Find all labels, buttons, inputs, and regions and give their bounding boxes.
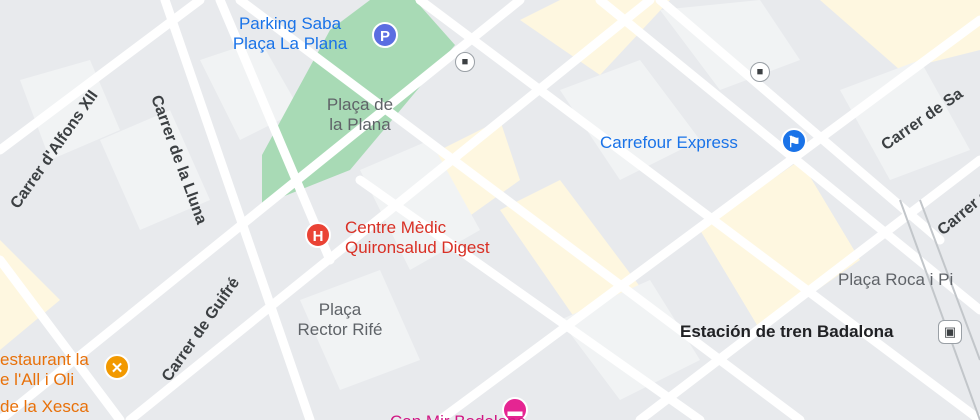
square-plana-label: Plaça de la Plana <box>326 95 394 134</box>
station-label[interactable]: Estación de tren Badalona <box>680 322 894 342</box>
medical-label[interactable]: Centre Mèdic Quironsalud Digest <box>345 218 490 258</box>
map-base <box>0 0 980 420</box>
xesca-label[interactable]: de la Xesca <box>0 397 89 417</box>
map-canvas[interactable]: Parking Saba Plaça La Plana P Plaça de l… <box>0 0 980 420</box>
hotel-label[interactable]: Can Mir Badalona <box>390 412 526 420</box>
parking-icon[interactable]: P <box>372 22 398 48</box>
bus-stop-icon[interactable]: ■ <box>455 52 475 72</box>
parking-label[interactable]: Parking Saba Plaça La Plana <box>215 14 365 54</box>
train-station-icon[interactable]: ▣ <box>938 320 962 344</box>
carrefour-label[interactable]: Carrefour Express <box>600 133 738 153</box>
restaurant-label[interactable]: estaurant la e l'All i Oli <box>0 350 89 390</box>
restaurant-icon[interactable]: ✕ <box>104 354 130 380</box>
bus-stop-icon[interactable]: ■ <box>750 62 770 82</box>
shopping-cart-icon[interactable]: ⚑ <box>781 128 807 154</box>
square-rector-label: Plaça Rector Rifé <box>297 300 383 339</box>
hospital-icon[interactable]: H <box>305 222 331 248</box>
square-roca-label: Plaça Roca i Pi <box>838 270 954 289</box>
